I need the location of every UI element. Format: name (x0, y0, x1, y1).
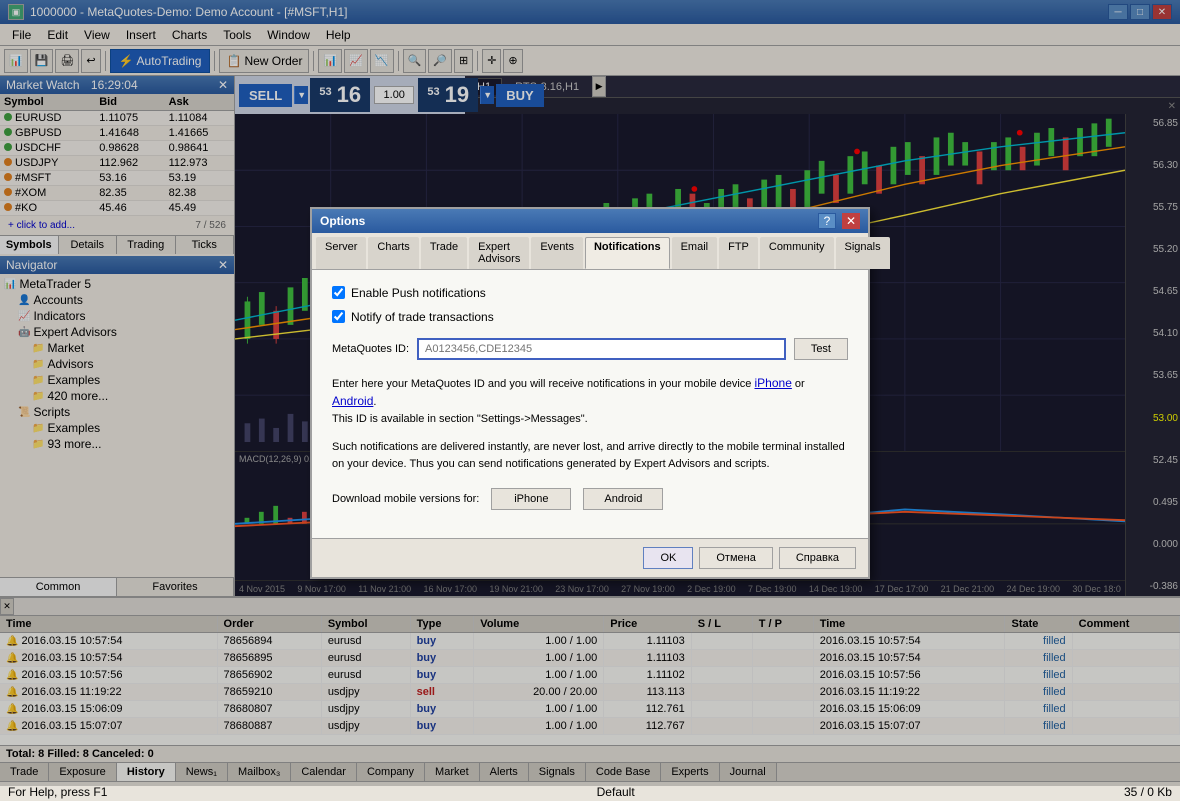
notify-trade-label: Notify of trade transactions (351, 310, 494, 324)
info-text-2: Such notifications are delivered instant… (332, 439, 848, 472)
dialog-tab-events[interactable]: Events (531, 237, 583, 269)
enable-push-notifications-checkbox[interactable] (332, 286, 345, 299)
status-left: For Help, press F1 (8, 785, 107, 799)
options-dialog: Options ? ✕ Server Charts Trade Expert A… (310, 207, 870, 580)
help-button[interactable]: Справка (779, 547, 856, 569)
dialog-title-text: Options (320, 214, 365, 228)
dialog-tab-server[interactable]: Server (316, 237, 366, 269)
android-download-btn[interactable]: Android (583, 488, 663, 510)
dialog-footer: OK Отмена Справка (312, 538, 868, 577)
mq-id-row: MetaQuotes ID: Test (332, 338, 848, 360)
mq-id-label: MetaQuotes ID: (332, 343, 409, 355)
enable-push-notifications-row: Enable Push notifications (332, 286, 848, 300)
dialog-help-btn[interactable]: ? (818, 213, 836, 229)
enable-push-notifications-label: Enable Push notifications (351, 286, 486, 300)
dialog-tab-ftp[interactable]: FTP (719, 237, 758, 269)
dialog-tab-notifications[interactable]: Notifications (585, 237, 670, 269)
dialog-content: Enable Push notifications Notify of trad… (312, 270, 868, 539)
download-row: Download mobile versions for: iPhone And… (332, 488, 848, 510)
dialog-title-buttons: ? ✕ (818, 213, 860, 229)
dialog-tabs: Server Charts Trade Expert Advisors Even… (312, 233, 868, 270)
iphone-link[interactable]: iPhone (755, 376, 792, 390)
download-label: Download mobile versions for: (332, 493, 479, 505)
dialog-tab-charts[interactable]: Charts (368, 237, 418, 269)
dialog-tab-signals[interactable]: Signals (836, 237, 890, 269)
dialog-close-btn[interactable]: ✕ (842, 213, 860, 229)
dialog-tab-trade[interactable]: Trade (421, 237, 467, 269)
notify-trade-row: Notify of trade transactions (332, 310, 848, 324)
status-center: Default (597, 785, 635, 799)
status-right: 35 / 0 Kb (1124, 785, 1172, 799)
dialog-overlay: Options ? ✕ Server Charts Trade Expert A… (0, 0, 1180, 786)
info-text-1: Enter here your MetaQuotes ID and you wi… (332, 374, 848, 428)
dialog-tab-email[interactable]: Email (672, 237, 718, 269)
test-button[interactable]: Test (794, 338, 848, 360)
notify-trade-checkbox[interactable] (332, 310, 345, 323)
dialog-tab-community[interactable]: Community (760, 237, 834, 269)
cancel-button[interactable]: Отмена (699, 547, 772, 569)
android-link-inline[interactable]: Android (332, 394, 373, 408)
dialog-tab-expert-advisors[interactable]: Expert Advisors (469, 237, 529, 269)
ok-button[interactable]: OK (643, 547, 693, 569)
dialog-title-bar: Options ? ✕ (312, 209, 868, 233)
mq-id-input[interactable] (417, 338, 786, 360)
iphone-download-btn[interactable]: iPhone (491, 488, 571, 510)
